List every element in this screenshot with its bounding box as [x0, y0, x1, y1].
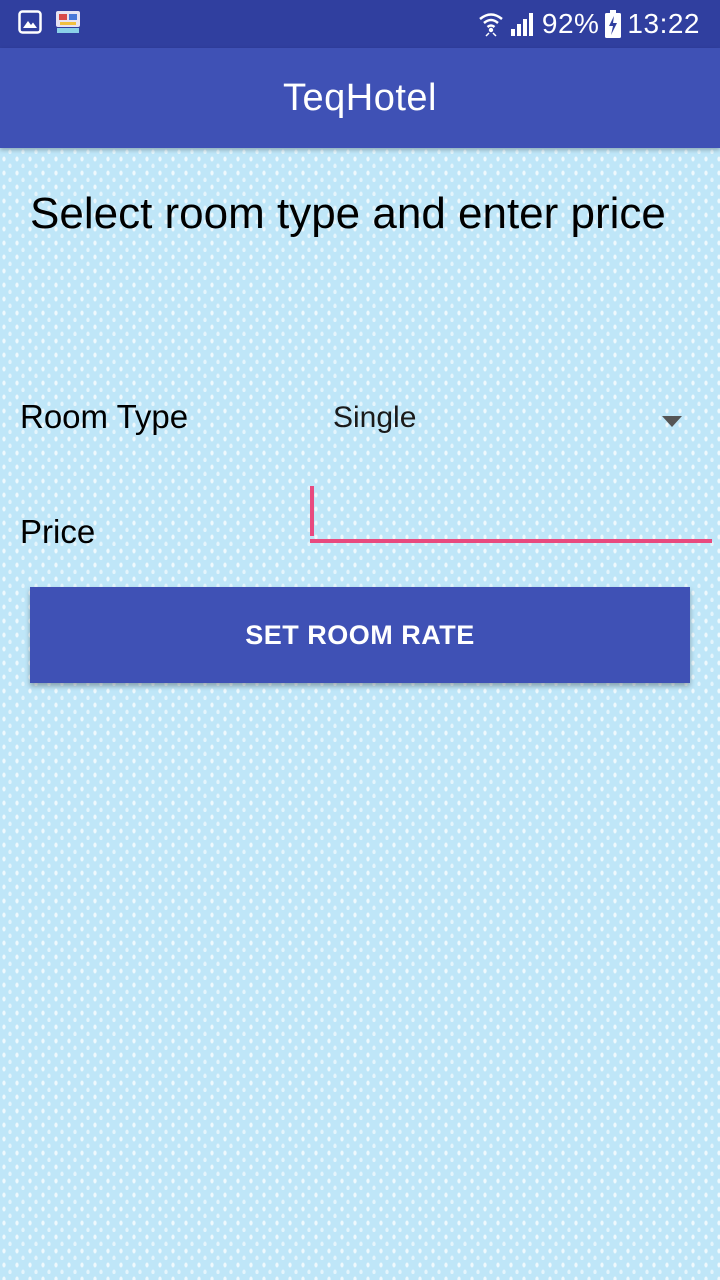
status-bar: 92% 13:22	[0, 0, 720, 48]
room-type-label: Room Type	[20, 398, 189, 435]
app-title: TeqHotel	[283, 76, 437, 119]
status-notifications	[18, 9, 82, 40]
room-type-selected: Single	[333, 401, 417, 434]
gallery-icon	[18, 9, 42, 39]
wifi-icon	[478, 10, 504, 38]
page-heading: Select room type and enter price	[30, 189, 666, 238]
price-field[interactable]	[310, 486, 712, 544]
cellular-signal-icon	[510, 11, 536, 37]
screen: 92% 13:22 TeqHotel Select room type and …	[0, 0, 720, 1280]
status-time: 13:22	[627, 8, 700, 39]
dropdown-arrow-icon	[662, 414, 682, 432]
set-room-rate-button[interactable]: SET ROOM RATE	[30, 587, 690, 683]
battery-charging-icon	[605, 10, 622, 38]
room-type-dropdown[interactable]: Single	[316, 390, 710, 450]
app-bar: TeqHotel	[0, 48, 720, 148]
price-label: Price	[20, 513, 96, 550]
app-notification-icon	[54, 9, 82, 40]
price-input[interactable]	[310, 486, 712, 540]
price-underline	[310, 539, 712, 543]
status-system: 92% 13:22	[478, 0, 700, 48]
battery-percent: 92%	[541, 8, 600, 39]
text-cursor	[310, 486, 314, 536]
